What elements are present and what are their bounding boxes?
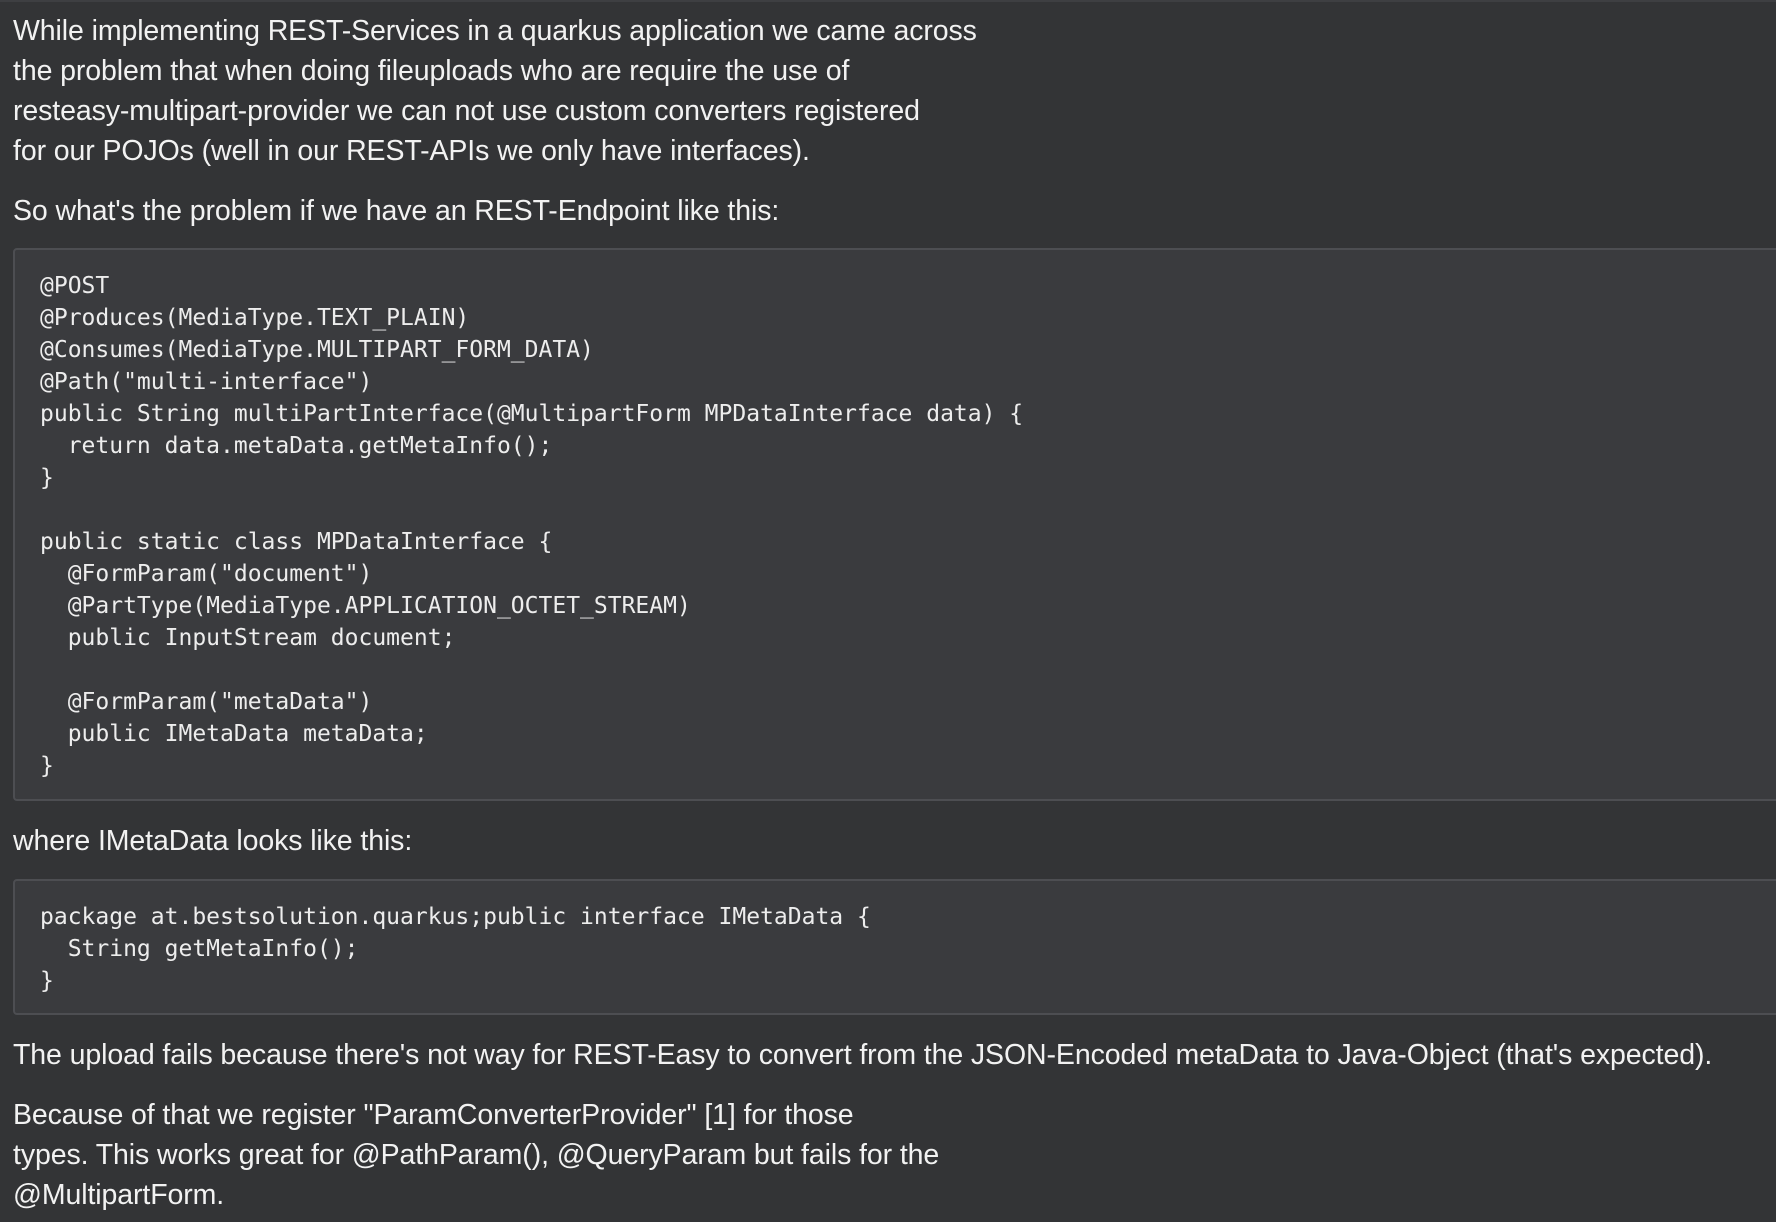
imetadata-code-block: package at.bestsolution.quarkus;public i… [13, 879, 1776, 1015]
because-line-3: @MultipartForm. [13, 1179, 225, 1211]
imetadata-code: package at.bestsolution.quarkus;public i… [40, 904, 871, 994]
intro-line-1: While implementing REST-Services in a qu… [13, 15, 977, 47]
because-line-1: Because of that we register "ParamConver… [13, 1099, 854, 1131]
because-line-2: types. This works great for @PathParam()… [13, 1139, 940, 1171]
problem-intro-paragraph: So what's the problem if we have an REST… [13, 195, 780, 227]
imetadata-intro-paragraph: where IMetaData looks like this: [13, 825, 413, 857]
intro-line-3: resteasy-multipart-provider we can not u… [13, 95, 920, 127]
top-border [0, 0, 1776, 2]
intro-paragraph: While implementing REST-Services in a qu… [13, 11, 977, 171]
intro-line-4: for our POJOs (well in our REST-APIs we … [13, 135, 810, 167]
because-paragraph: Because of that we register "ParamConver… [13, 1095, 939, 1215]
intro-line-2: the problem that when doing fileuploads … [13, 55, 850, 87]
endpoint-code-block: @POST @Produces(MediaType.TEXT_PLAIN) @C… [13, 248, 1776, 801]
upload-fails-paragraph: The upload fails because there's not way… [13, 1039, 1713, 1071]
endpoint-code: @POST @Produces(MediaType.TEXT_PLAIN) @C… [40, 273, 1024, 779]
